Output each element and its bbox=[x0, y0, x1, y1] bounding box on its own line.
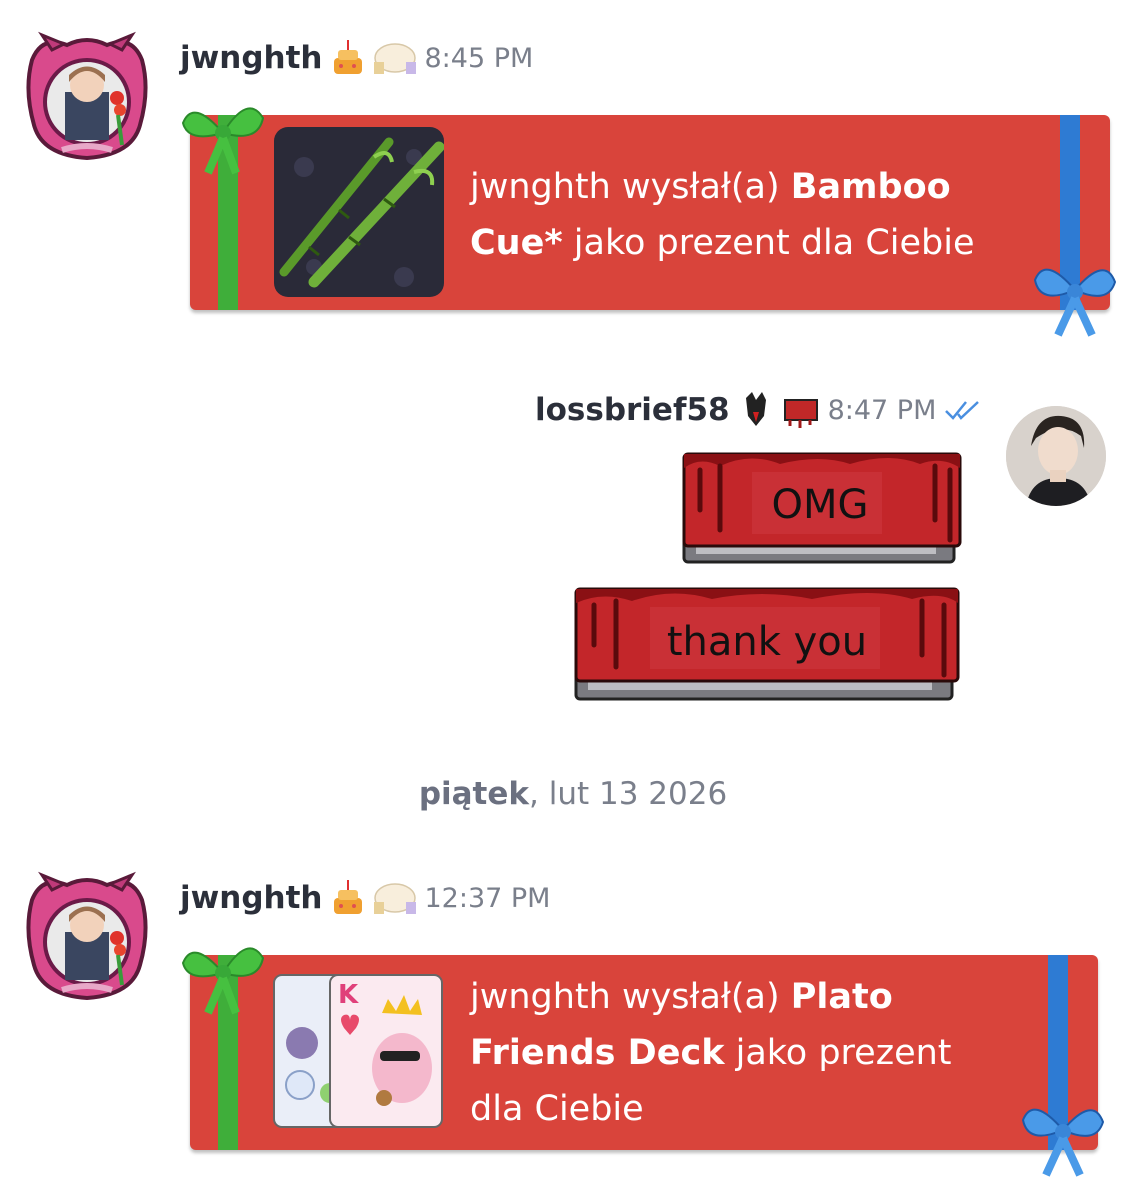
chat-bubble[interactable]: thank you bbox=[572, 585, 962, 705]
message-header: lossbrief58 8:47 PM bbox=[535, 390, 984, 430]
gift-thumbnail: K bbox=[272, 973, 444, 1131]
bubble-text: thank you bbox=[666, 619, 868, 665]
gift-message: jwnghth wysłał(a) Bamboo Cue* jako preze… bbox=[470, 167, 975, 263]
avatar-lossbrief58[interactable] bbox=[1006, 406, 1106, 506]
profile-photo-icon bbox=[1006, 406, 1106, 506]
bubble-text: OMG bbox=[771, 482, 869, 528]
timestamp: 8:47 PM bbox=[827, 394, 937, 426]
avatar-jwnghth[interactable] bbox=[22, 870, 152, 1001]
gift-card[interactable]: jwnghth wysłał(a) Bamboo Cue* jako preze… bbox=[190, 115, 1110, 310]
gift-thumbnail bbox=[274, 127, 444, 297]
message-3: jwnghth 12:37 PM K jwnghth wysłał(a) Pla… bbox=[0, 840, 1146, 1180]
username[interactable]: lossbrief58 bbox=[535, 392, 730, 428]
card-deck-icon: K bbox=[273, 974, 443, 1128]
cake-badge-icon bbox=[334, 880, 363, 914]
bamboo-cue-icon bbox=[279, 137, 444, 288]
message-header: jwnghth 8:45 PM bbox=[180, 38, 533, 78]
blue-bow-icon bbox=[1021, 1108, 1105, 1177]
date-value: , lut 13 2026 bbox=[529, 776, 728, 812]
avatar-jwnghth[interactable] bbox=[22, 30, 152, 161]
green-bow-icon bbox=[181, 107, 265, 175]
double-check-icon bbox=[945, 401, 980, 420]
blood-badge-icon bbox=[783, 399, 818, 428]
wolf-badge-icon bbox=[745, 392, 766, 426]
date-day: piątek bbox=[418, 776, 530, 812]
gift-card[interactable]: K jwnghth wysłał(a) Plato Friends Deck j… bbox=[190, 955, 1098, 1150]
date-separator: piątek, lut 13 2026 bbox=[0, 776, 1146, 812]
gift-message: jwnghth wysłał(a) Plato Friends Deck jak… bbox=[470, 977, 952, 1129]
chat-bubble[interactable]: OMG bbox=[680, 450, 962, 568]
mochi-badge-icon bbox=[374, 883, 417, 914]
timestamp: 12:37 PM bbox=[424, 882, 551, 914]
svg-text:K: K bbox=[338, 980, 359, 1010]
message-header: jwnghth 12:37 PM bbox=[180, 878, 550, 918]
username[interactable]: jwnghth bbox=[180, 40, 322, 76]
message-2: lossbrief58 8:47 PM OMG thank you bbox=[0, 380, 1146, 720]
message-1: jwnghth 8:45 PM jwnghth wysłał(a) Bamboo… bbox=[0, 0, 1146, 340]
cat-frame-icon bbox=[26, 31, 148, 161]
mochi-badge-icon bbox=[374, 43, 417, 74]
green-bow-icon bbox=[181, 947, 265, 1015]
blue-bow-icon bbox=[1033, 268, 1117, 337]
timestamp: 8:45 PM bbox=[424, 42, 534, 74]
cat-frame-icon bbox=[26, 871, 148, 1001]
cake-badge-icon bbox=[334, 40, 363, 74]
username[interactable]: jwnghth bbox=[180, 880, 322, 916]
